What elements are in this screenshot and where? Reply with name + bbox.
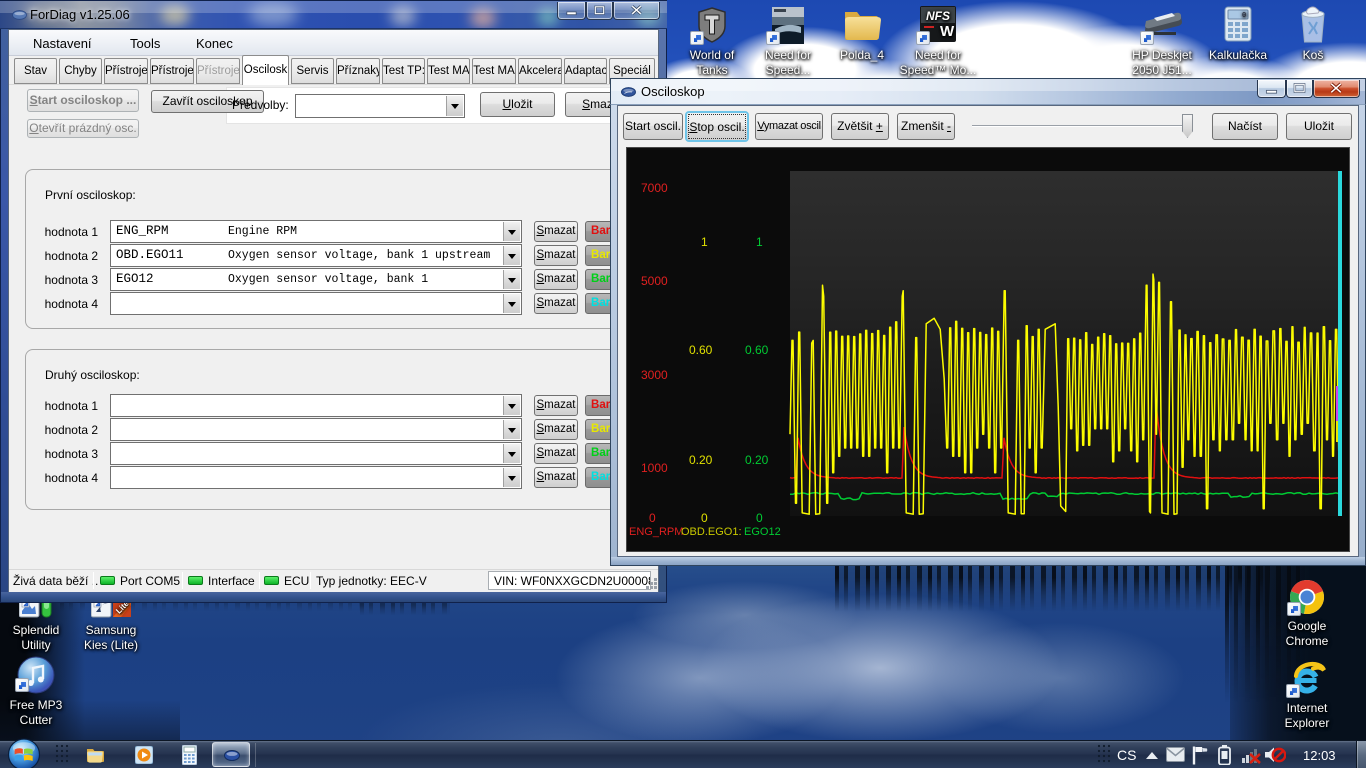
svg-text:0: 0 [1242,12,1246,20]
svg-text:W: W [940,23,955,40]
svg-text:NFS: NFS [926,9,950,23]
